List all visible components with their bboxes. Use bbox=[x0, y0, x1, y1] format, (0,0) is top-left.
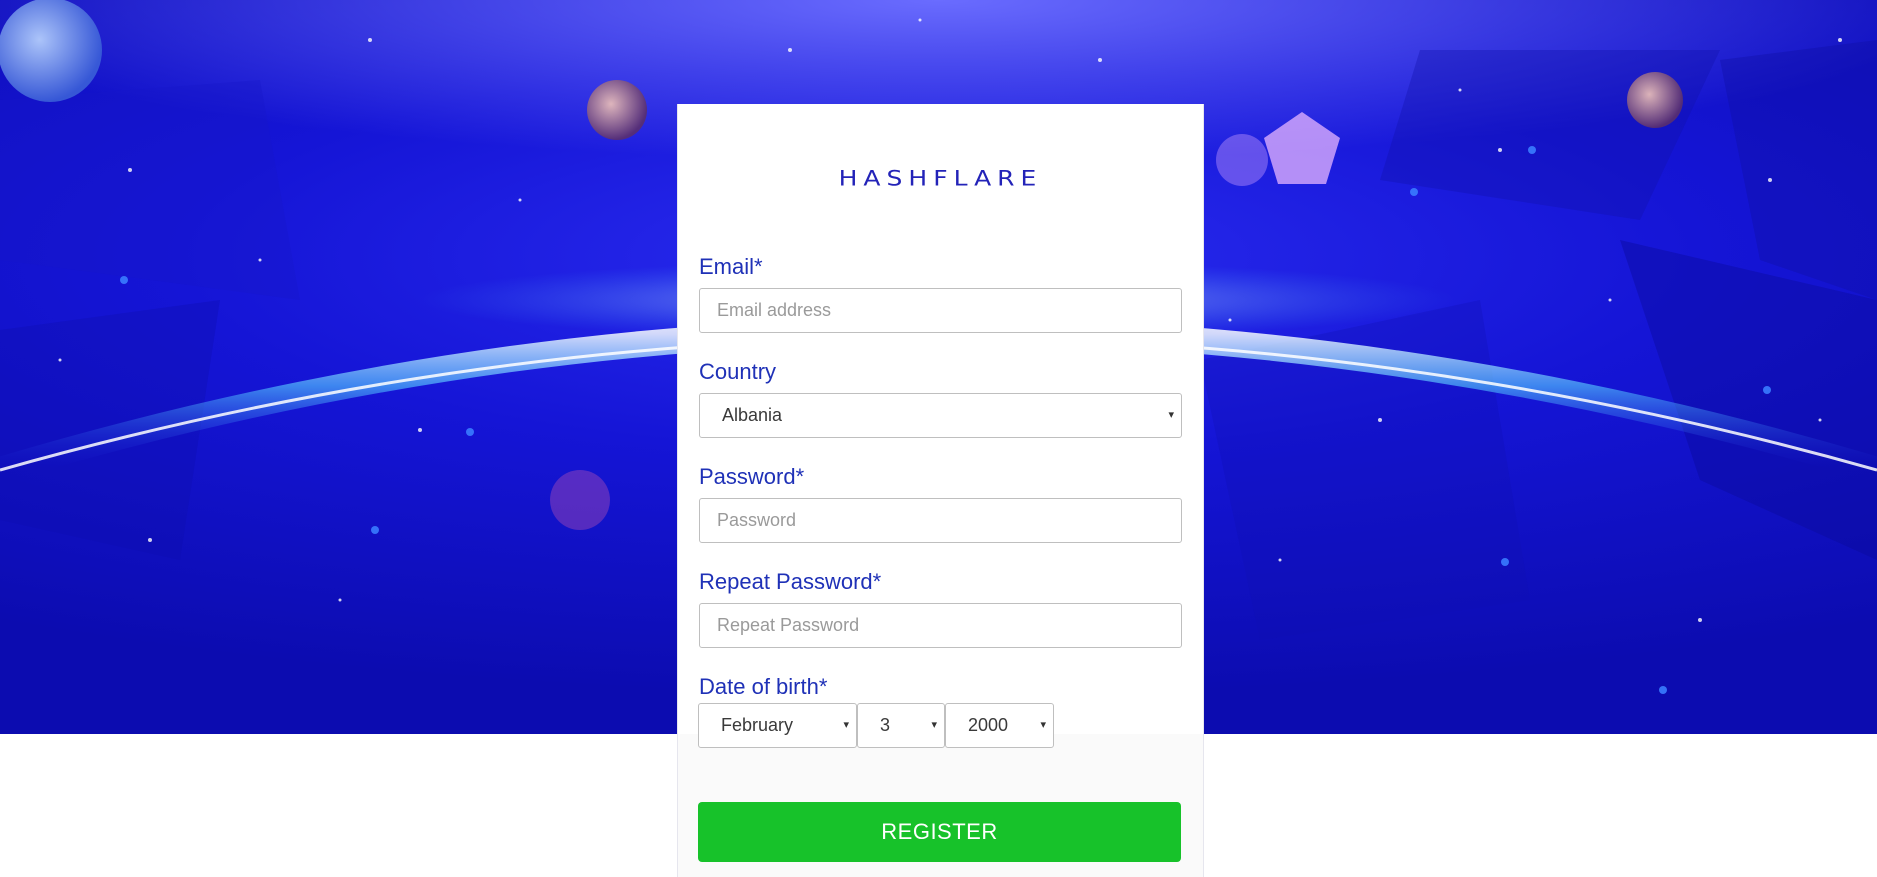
dob-year-select[interactable]: 2000 ▾ bbox=[945, 703, 1054, 748]
repeat-password-placeholder: Repeat Password bbox=[717, 615, 860, 635]
chevron-down-icon: ▾ bbox=[1168, 409, 1174, 421]
email-input[interactable]: Email address bbox=[699, 288, 1182, 333]
chevron-down-icon: ▾ bbox=[1040, 719, 1046, 731]
dob-month-select[interactable]: February ▾ bbox=[698, 703, 857, 748]
email-label: Email* bbox=[699, 254, 763, 279]
repeat-password-label: Repeat Password* bbox=[699, 569, 882, 594]
password-label: Password* bbox=[699, 464, 805, 489]
country-selected-value: Albania bbox=[722, 405, 783, 425]
country-label: Country bbox=[699, 359, 777, 384]
dob-day-value: 3 bbox=[880, 715, 891, 735]
hashflare-logo: HASHFLARE bbox=[678, 164, 1203, 200]
logo-text: HASHFLARE bbox=[838, 166, 1043, 191]
register-button[interactable]: REGISTER bbox=[698, 802, 1181, 862]
country-select[interactable]: Albania ▾ bbox=[699, 393, 1182, 438]
dob-label: Date of birth* bbox=[699, 674, 828, 699]
registration-card: HASHFLARE Email* Email address Country A… bbox=[677, 104, 1204, 877]
chevron-down-icon: ▾ bbox=[843, 719, 849, 731]
dob-day-select[interactable]: 3 ▾ bbox=[857, 703, 945, 748]
password-input[interactable]: Password bbox=[699, 498, 1182, 543]
email-placeholder: Email address bbox=[717, 300, 832, 320]
dob-year-value: 2000 bbox=[968, 715, 1009, 735]
repeat-password-input[interactable]: Repeat Password bbox=[699, 603, 1182, 648]
dob-month-value: February bbox=[721, 715, 794, 735]
chevron-down-icon: ▾ bbox=[931, 719, 937, 731]
password-placeholder: Password bbox=[717, 510, 797, 530]
